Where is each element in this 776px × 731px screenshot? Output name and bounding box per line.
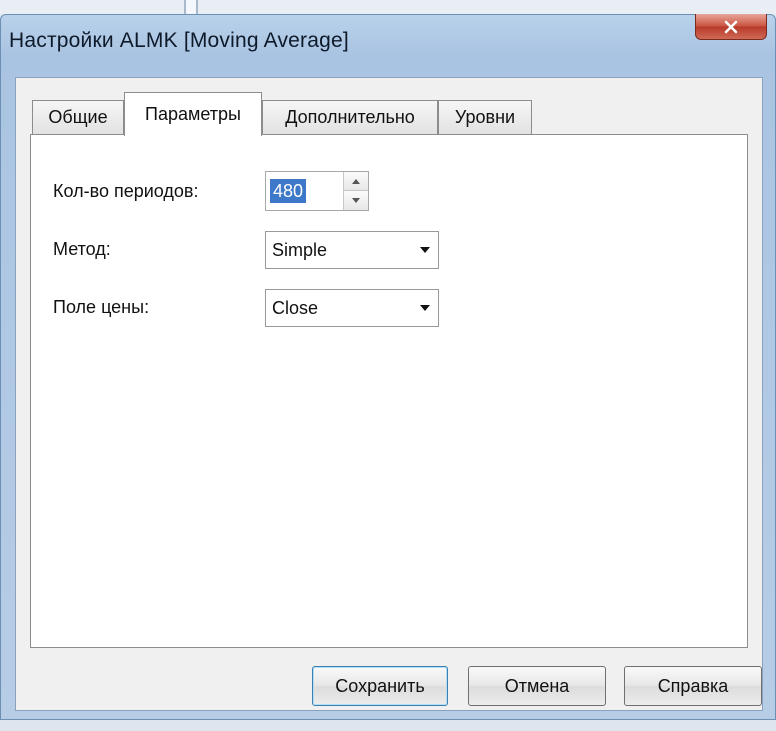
method-select[interactable]: Simple: [265, 231, 439, 269]
close-button[interactable]: [695, 14, 767, 40]
price-field-value: Close: [272, 298, 319, 318]
method-label: Метод:: [53, 239, 111, 259]
arrow-down-icon: [352, 198, 360, 203]
cancel-button[interactable]: Отмена: [468, 666, 606, 706]
spin-up-button[interactable]: [344, 172, 368, 191]
tab-parameters[interactable]: Параметры: [124, 92, 262, 136]
close-icon: [724, 20, 738, 33]
price-field-select[interactable]: Close: [265, 289, 439, 327]
tab-levels[interactable]: Уровни: [438, 100, 532, 134]
method-value: Simple: [272, 240, 328, 260]
price-field-label: Поле цены:: [53, 297, 150, 317]
tab-general[interactable]: Общие: [32, 100, 124, 134]
save-button[interactable]: Сохранить: [312, 666, 448, 706]
period-spinbox[interactable]: 480: [265, 171, 369, 211]
background-window-top: [0, 0, 776, 14]
tab-additional[interactable]: Дополнительно: [262, 100, 438, 134]
spin-buttons: [343, 172, 368, 210]
arrow-up-icon: [352, 178, 360, 184]
period-input[interactable]: 480: [270, 179, 307, 203]
dialog-client-area: Общие Параметры Дополнительно Уровни Кол…: [15, 77, 763, 711]
spin-down-button[interactable]: [344, 191, 368, 210]
chevron-down-icon: [420, 247, 430, 253]
settings-dialog: Настройки ALMK [Moving Average] Общие Па…: [0, 14, 776, 720]
chevron-down-icon: [420, 305, 430, 311]
parameters-panel: Кол-во периодов: 480 Метод: Simple Поле …: [30, 134, 748, 648]
period-label: Кол-во периодов:: [53, 181, 199, 201]
dialog-title: Настройки ALMK [Moving Average]: [9, 29, 349, 52]
background-splitter: [184, 0, 198, 14]
help-button[interactable]: Справка: [624, 666, 762, 706]
